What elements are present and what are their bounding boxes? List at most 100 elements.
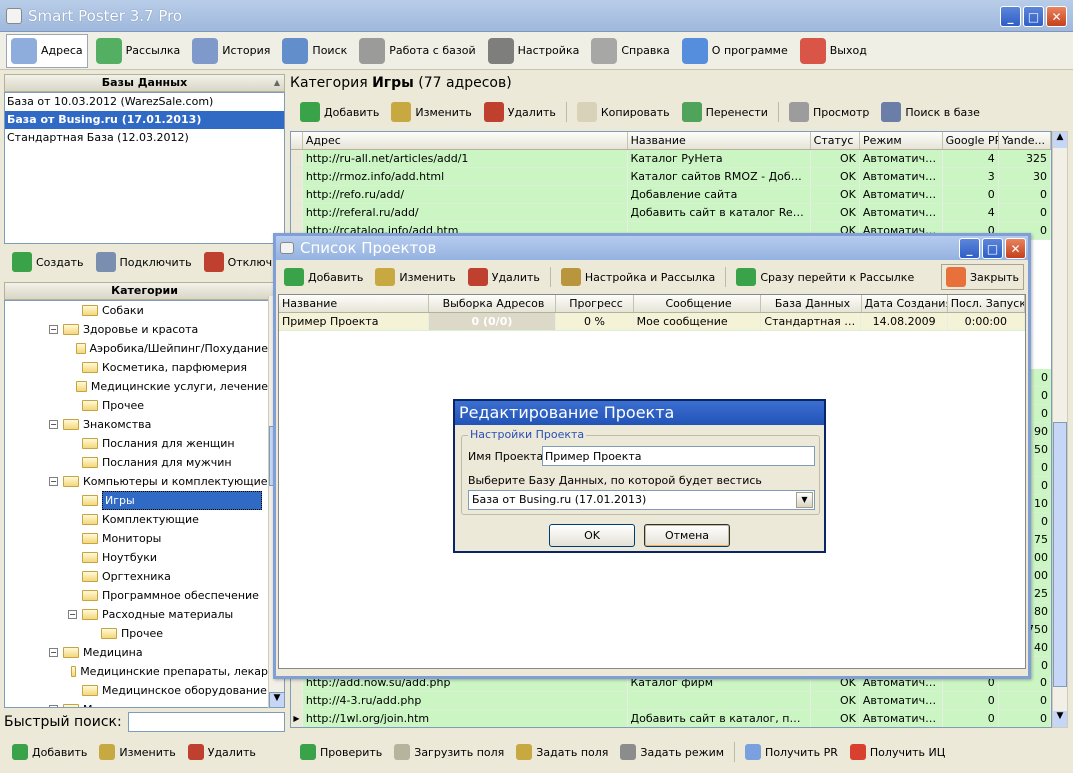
minimize-button[interactable]: _ xyxy=(1000,6,1021,27)
table-row[interactable]: http://rmoz.info/add.html Каталог сайтов … xyxy=(291,168,1051,186)
project-go-to-mailing-button[interactable]: Сразу перейти к Рассылке xyxy=(732,268,918,286)
tree-node[interactable]: Прочее xyxy=(5,624,268,643)
set-fields-button[interactable]: Задать поля xyxy=(512,744,612,760)
address-edit-button[interactable]: Изменить xyxy=(387,102,475,122)
tree-node[interactable]: Собаки xyxy=(5,301,268,320)
collapse-icon[interactable]: − xyxy=(49,477,58,486)
address-view-button[interactable]: Просмотр xyxy=(785,102,873,122)
tree-node[interactable]: Мониторы xyxy=(5,529,268,548)
column-header[interactable]: Название xyxy=(628,132,811,149)
ok-button[interactable]: OK xyxy=(549,524,635,547)
quick-search-input[interactable] xyxy=(127,712,285,732)
toolbar-button-history[interactable]: История xyxy=(188,34,274,68)
toolbar-button-help[interactable]: Справка xyxy=(587,34,673,68)
column-header[interactable]: Прогресс xyxy=(556,295,634,312)
tree-node[interactable]: − Компьютеры и комплектующие xyxy=(5,472,268,491)
database-toolbar-button[interactable]: Подключить xyxy=(92,252,196,272)
expand-icon[interactable]: + xyxy=(49,705,58,707)
column-header[interactable]: Режим xyxy=(860,132,943,149)
toolbar-button-database[interactable]: Работа с базой xyxy=(355,34,479,68)
column-header[interactable]: Название xyxy=(279,295,429,312)
database-item[interactable]: Стандартная База (12.03.2012) xyxy=(5,129,284,147)
project-edit-button[interactable]: Изменить xyxy=(371,268,459,286)
tree-node[interactable]: Аэробика/Шейпинг/Похудание xyxy=(5,339,268,358)
address-copy-button[interactable]: Копировать xyxy=(573,102,674,122)
load-fields-button[interactable]: Загрузить поля xyxy=(390,744,508,760)
maximize-button[interactable]: □ xyxy=(1023,6,1044,27)
database-toolbar-button[interactable]: Создать xyxy=(8,252,88,272)
column-header[interactable]: Google PR xyxy=(943,132,999,149)
tree-node[interactable]: Прочее xyxy=(5,396,268,415)
project-settings-mailing-button[interactable]: Настройка и Рассылка xyxy=(557,268,719,286)
tree-node[interactable]: Программное обеспечение xyxy=(5,586,268,605)
table-row[interactable]: http://referal.ru/add/Добавить сайт в ка… xyxy=(291,204,1051,222)
collapse-icon[interactable]: − xyxy=(49,325,58,334)
check-button[interactable]: Проверить xyxy=(296,744,386,760)
table-row[interactable]: Пример Проекта 0 (0/0) 0 % Мое сообщение Ста… xyxy=(279,313,1025,331)
toolbar-button-exit[interactable]: Выход xyxy=(796,34,871,68)
scroll-up-arrow-icon[interactable]: ▲ xyxy=(1053,132,1067,148)
category-edit-button[interactable]: Изменить xyxy=(95,744,179,760)
yandex-button[interactable]: Получить ИЦ xyxy=(846,744,949,760)
address-grid-scrollbar[interactable]: ▲ ▼ xyxy=(1052,131,1068,728)
tree-node[interactable]: − Знакомства xyxy=(5,415,268,434)
scroll-down-arrow-icon[interactable]: ▼ xyxy=(1053,711,1067,727)
column-header[interactable]: Yande... xyxy=(999,132,1051,149)
set-mode-button[interactable]: Задать режим xyxy=(616,744,728,760)
collapse-icon[interactable]: − xyxy=(68,610,77,619)
tree-node[interactable]: Послания для женщин xyxy=(5,434,268,453)
column-header[interactable]: Сообщение xyxy=(634,295,762,312)
column-header[interactable]: Адрес xyxy=(303,132,628,149)
tree-node[interactable]: Игры xyxy=(5,491,268,510)
project-delete-button[interactable]: Удалить xyxy=(464,268,544,286)
google-button[interactable]: Получить PR xyxy=(741,744,842,760)
chevron-down-icon[interactable]: ▼ xyxy=(796,492,813,508)
close-projects-button[interactable]: Закрыть xyxy=(941,264,1024,290)
tree-node[interactable]: Медицинские услуги, лечение xyxy=(5,377,268,396)
database-item[interactable]: База от 10.03.2012 (WarezSale.com) xyxy=(5,93,284,111)
toolbar-button-info[interactable]: О программе xyxy=(678,34,792,68)
tree-node[interactable]: Послания для мужчин xyxy=(5,453,268,472)
project-name-input[interactable] xyxy=(542,446,815,466)
column-header[interactable]: Статус xyxy=(811,132,860,149)
category-add-button[interactable]: Добавить xyxy=(8,744,91,760)
tree-node[interactable]: Комплектующие xyxy=(5,510,268,529)
tree-node[interactable]: − Расходные материалы xyxy=(5,605,268,624)
tree-node[interactable]: − Медицина xyxy=(5,643,268,662)
address-move-button[interactable]: Перенести xyxy=(678,102,772,122)
project-add-button[interactable]: Добавить xyxy=(280,268,367,286)
table-row[interactable]: http://4-3.ru/add.php OK Автоматичес... 0 0 xyxy=(291,692,1051,710)
column-header[interactable]: Выборка Адресов xyxy=(429,295,557,312)
minimize-button[interactable]: _ xyxy=(959,238,980,259)
column-header[interactable]: Посл. Запуск xyxy=(948,295,1025,312)
toolbar-button-search-globe[interactable]: Поиск xyxy=(278,34,351,68)
toolbar-button-addresses[interactable]: Адреса xyxy=(6,33,88,68)
scroll-down-arrow-icon[interactable]: ▼ xyxy=(269,692,285,708)
table-row[interactable]: http://ru-all.net/articles/add/1 Каталог … xyxy=(291,150,1051,168)
toolbar-button-mailing[interactable]: Рассылка xyxy=(92,34,185,68)
cancel-button[interactable]: Отмена xyxy=(644,524,730,547)
tree-node[interactable]: Косметика, парфюмерия xyxy=(5,358,268,377)
collapse-icon[interactable]: − xyxy=(49,420,58,429)
tree-node[interactable]: + Металлургия xyxy=(5,700,268,707)
category-delete-button[interactable]: Удалить xyxy=(184,744,260,760)
toolbar-button-wrench[interactable]: Настройка xyxy=(484,34,584,68)
collapse-icon[interactable]: − xyxy=(49,648,58,657)
column-header[interactable]: База Данных xyxy=(761,295,862,312)
tree-node[interactable]: Медицинские препараты, лекар xyxy=(5,662,268,681)
address-delete-button[interactable]: Удалить xyxy=(480,102,560,122)
database-item[interactable]: База от Busing.ru (17.01.2013) xyxy=(5,111,284,129)
tree-node[interactable]: − Здоровье и красота xyxy=(5,320,268,339)
address-search-button[interactable]: Поиск в базе xyxy=(877,102,983,122)
maximize-button[interactable]: □ xyxy=(982,238,1003,259)
table-row[interactable]: ▶ http://1wl.org/join.htm Добавить сайт в … xyxy=(291,710,1051,727)
tree-node[interactable]: Медицинское оборудование xyxy=(5,681,268,700)
database-select[interactable]: База от Busing.ru (17.01.2013) ▼ xyxy=(468,490,815,510)
close-button[interactable]: ✕ xyxy=(1046,6,1067,27)
address-add-button[interactable]: Добавить xyxy=(296,102,383,122)
tree-node[interactable]: Ноутбуки xyxy=(5,548,268,567)
close-button[interactable]: ✕ xyxy=(1005,238,1026,259)
column-header[interactable]: Дата Создания xyxy=(862,295,948,312)
scroll-thumb[interactable] xyxy=(1053,422,1067,687)
table-row[interactable]: http://refo.ru/add/Добавление сайта OK Авт… xyxy=(291,186,1051,204)
